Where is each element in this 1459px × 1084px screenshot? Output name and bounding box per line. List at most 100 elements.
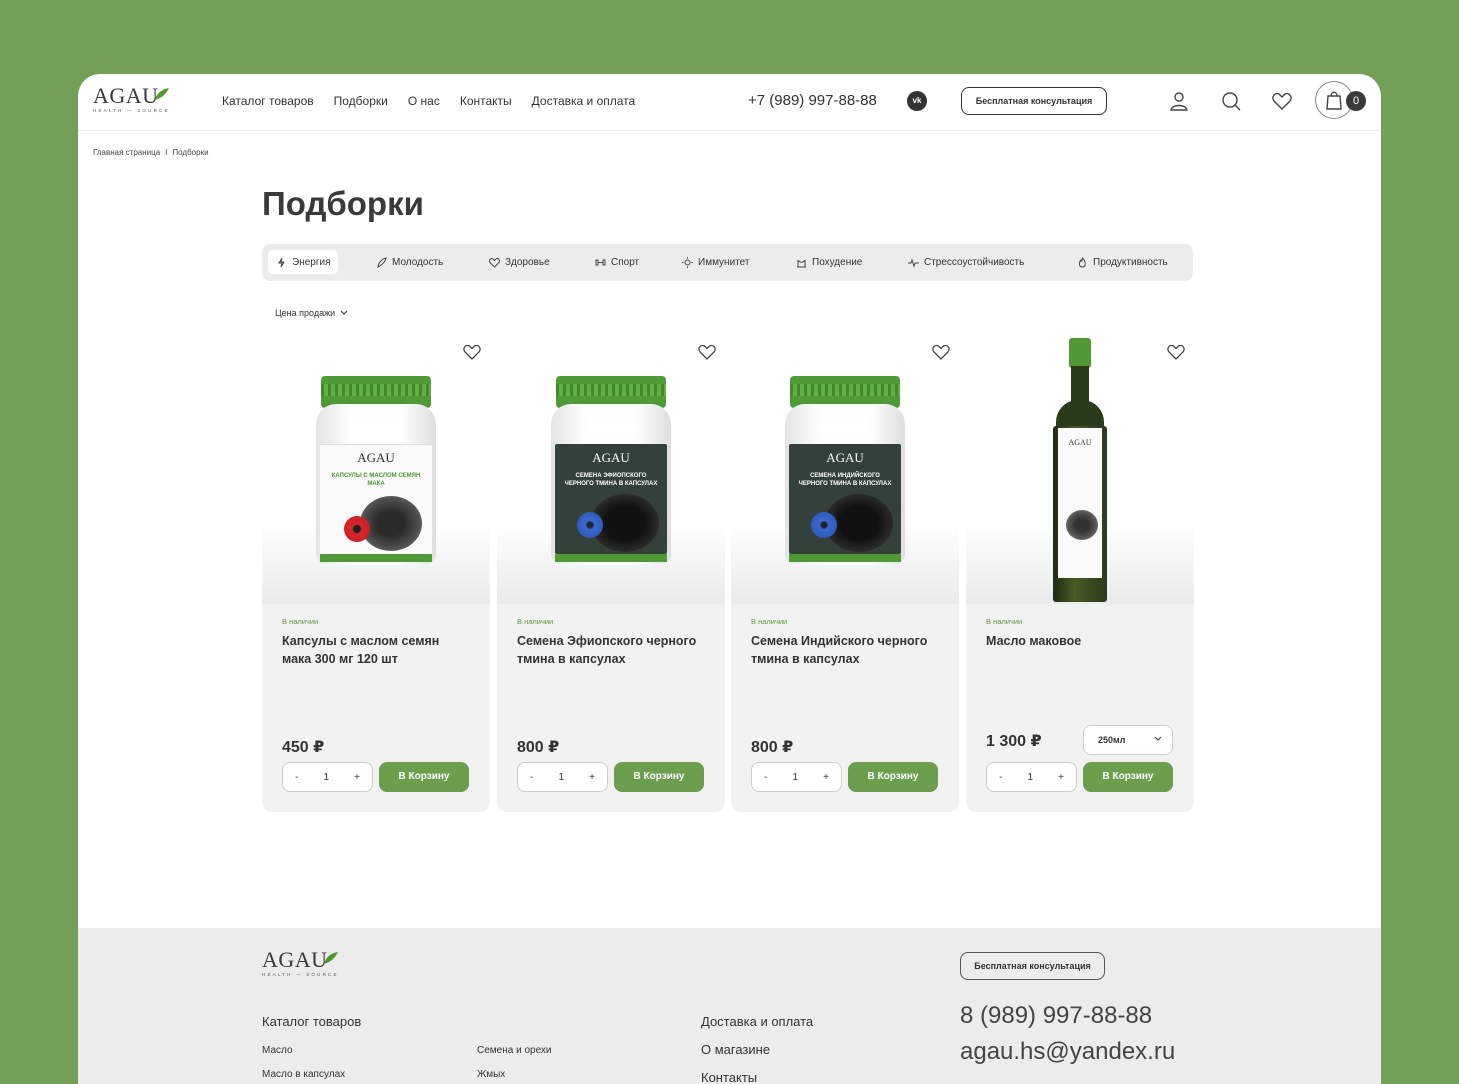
tab-productivity[interactable]: Продуктивность (1069, 250, 1176, 274)
quantity-stepper: - 1 + (751, 762, 842, 792)
volume-select[interactable]: 250мл (1083, 725, 1173, 755)
footer-phone[interactable]: 8 (989) 997-88-88 (960, 1002, 1152, 1030)
product-price: 800 ₽ (517, 739, 560, 756)
qty-increase-button[interactable]: + (1058, 772, 1064, 783)
quantity-stepper: - 1 + (282, 762, 373, 792)
tab-label: Молодость (392, 256, 444, 268)
nav-collections[interactable]: Подборки (334, 94, 388, 108)
footer-delivery-link[interactable]: Доставка и оплата (701, 1014, 813, 1029)
page-title: Подборки (262, 185, 424, 222)
quantity-stepper: - 1 + (517, 762, 608, 792)
product-card[interactable]: AGAU СЕМЕНА ЭФИОПСКОГО ЧЕРНОГО ТМИНА В К… (497, 332, 725, 812)
product-card[interactable]: AGAU В наличии Масло маковое 1 300 ₽ 250… (966, 332, 1194, 812)
qty-decrease-button[interactable]: - (530, 772, 533, 783)
add-to-cart-button[interactable]: В Корзину (848, 762, 938, 792)
qty-value[interactable]: 1 (792, 772, 798, 783)
add-to-cart-button[interactable]: В Корзину (1083, 762, 1173, 792)
product-image[interactable]: AGAU (966, 332, 1194, 604)
footer-contacts-link[interactable]: Контакты (701, 1070, 757, 1084)
footer-link[interactable]: Жмых (477, 1069, 505, 1080)
tab-label: Иммунитет (698, 256, 750, 268)
product-card[interactable]: AGAU КАПСУЛЫ С МАСЛОМ СЕМЯН МАКА В налич… (262, 332, 490, 812)
tab-energy[interactable]: Энергия (268, 250, 339, 274)
header-phone[interactable]: +7 (989) 997-88-88 (748, 92, 877, 109)
breadcrumb-home[interactable]: Главная страница (93, 148, 160, 157)
footer-consultation-button[interactable]: Бесплатная консультация (960, 952, 1105, 980)
footer-catalog-heading[interactable]: Каталог товаров (262, 1014, 361, 1029)
tab-label: Спорт (611, 256, 640, 268)
tab-weight-loss[interactable]: Похудение (788, 250, 870, 274)
nav-catalog[interactable]: Каталог товаров (222, 94, 314, 108)
footer-email[interactable]: agau.hs@yandex.ru (960, 1038, 1175, 1066)
scale-icon (797, 259, 806, 267)
footer-link[interactable]: Семена и орехи (477, 1045, 552, 1056)
qty-value[interactable]: 1 (323, 772, 329, 783)
sort-dropdown[interactable]: Цена продажи (275, 308, 348, 318)
favorite-heart-icon[interactable] (697, 342, 717, 362)
jar-label-text: КАПСУЛЫ С МАСЛОМ СЕМЯН МАКА (331, 473, 421, 487)
logo-tagline: HEALTH — SOURCE (262, 972, 339, 977)
qty-decrease-button[interactable]: - (295, 772, 298, 783)
jar-label-text: СЕМЕНА ИНДИЙСКОГО ЧЕРНОГО ТМИНА В КАПСУЛ… (798, 473, 892, 487)
product-name[interactable]: Семена Индийского черного тмина в капсул… (751, 632, 941, 668)
product-card[interactable]: AGAU СЕМЕНА ИНДИЙСКОГО ЧЕРНОГО ТМИНА В К… (731, 332, 959, 812)
nav-contacts[interactable]: Контакты (460, 94, 512, 108)
product-name[interactable]: Семена Эфиопского черного тмина в капсул… (517, 632, 707, 668)
search-icon[interactable] (1220, 90, 1242, 112)
qty-decrease-button[interactable]: - (999, 772, 1002, 783)
qty-value[interactable]: 1 (1027, 772, 1033, 783)
chevron-down-icon (340, 310, 348, 315)
lightning-icon (278, 257, 285, 267)
nav-delivery[interactable]: Доставка и оплата (532, 94, 636, 108)
tab-immunity[interactable]: Иммунитет (674, 250, 757, 274)
pulse-icon (908, 257, 919, 268)
product-name[interactable]: Масло маковое (986, 632, 1176, 650)
jar-label-text: СЕМЕНА ЭФИОПСКОГО ЧЕРНОГО ТМИНА В КАПСУЛ… (564, 473, 658, 487)
tab-youth[interactable]: Молодость (368, 250, 451, 274)
favorite-heart-icon[interactable] (462, 342, 482, 362)
add-to-cart-button[interactable]: В Корзину (379, 762, 469, 792)
product-price: 1 300 ₽ (986, 733, 1042, 750)
product-price: 800 ₽ (751, 739, 794, 756)
add-to-cart-button[interactable]: В Корзину (614, 762, 704, 792)
product-jar: AGAU КАПСУЛЫ С МАСЛОМ СЕМЯН МАКА (316, 376, 436, 566)
quantity-stepper: - 1 + (986, 762, 1077, 792)
product-image[interactable]: AGAU КАПСУЛЫ С МАСЛОМ СЕМЯН МАКА (262, 332, 490, 604)
favorites-icon[interactable] (1271, 90, 1293, 112)
tab-label: Здоровье (505, 256, 550, 268)
page-frame: AGAU HEALTH — SOURCE Каталог товаров Под… (78, 74, 1381, 1084)
product-price: 450 ₽ (282, 739, 325, 756)
user-icon[interactable] (1168, 90, 1190, 112)
footer-link[interactable]: Масло (262, 1045, 293, 1056)
product-image[interactable]: AGAU СЕМЕНА ЭФИОПСКОГО ЧЕРНОГО ТМИНА В К… (497, 332, 725, 604)
product-image[interactable]: AGAU СЕМЕНА ИНДИЙСКОГО ЧЕРНОГО ТМИНА В К… (731, 332, 959, 604)
stock-status: В наличии (517, 617, 554, 626)
sort-label: Цена продажи (275, 308, 336, 318)
tab-label: Энергия (292, 256, 331, 268)
qty-increase-button[interactable]: + (823, 772, 829, 783)
favorite-heart-icon[interactable] (931, 342, 951, 362)
qty-increase-button[interactable]: + (589, 772, 595, 783)
favorite-heart-icon[interactable] (1166, 342, 1186, 362)
footer-about-link[interactable]: О магазине (701, 1042, 770, 1057)
tab-label: Продуктивность (1093, 256, 1168, 268)
breadcrumb-separator: I (165, 148, 168, 157)
vk-icon[interactable]: vk (907, 91, 927, 111)
breadcrumb-current: Подборки (172, 148, 209, 157)
leaf-icon (155, 88, 169, 100)
volume-value: 250мл (1098, 735, 1126, 745)
qty-decrease-button[interactable]: - (764, 772, 767, 783)
brand-logo[interactable]: AGAU HEALTH — SOURCE (93, 84, 173, 118)
tab-stress[interactable]: Стрессоустойчивость (900, 250, 1032, 274)
product-name[interactable]: Капсулы с маслом семян мака 300 мг 120 ш… (282, 632, 472, 668)
bottle-label-text: AGAU (1068, 438, 1092, 447)
tab-label: Стрессоустойчивость (924, 256, 1025, 268)
qty-value[interactable]: 1 (558, 772, 564, 783)
qty-increase-button[interactable]: + (354, 772, 360, 783)
tab-health[interactable]: Здоровье (481, 250, 558, 274)
nav-about[interactable]: О нас (408, 94, 440, 108)
footer-logo[interactable]: AGAU HEALTH — SOURCE (262, 948, 342, 982)
free-consultation-button[interactable]: Бесплатная консультация (961, 87, 1107, 115)
footer-link[interactable]: Масло в капсулах (262, 1069, 345, 1080)
tab-sport[interactable]: Спорт (587, 250, 647, 274)
